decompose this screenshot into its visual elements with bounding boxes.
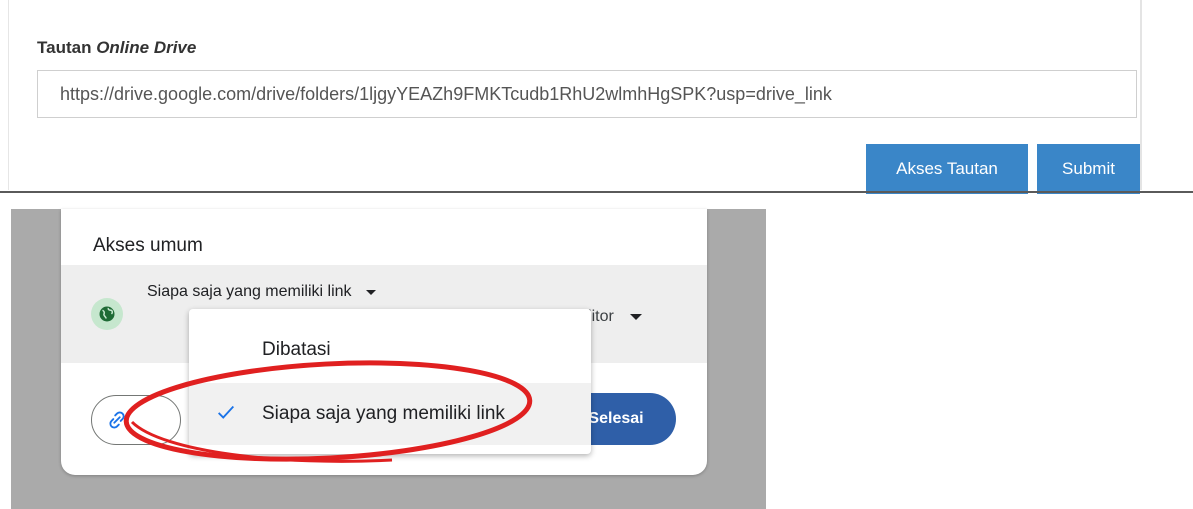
globe-icon: [91, 298, 123, 330]
panel-right-border: [1140, 0, 1142, 190]
drive-link-label-prefix: Tautan: [37, 38, 92, 57]
general-access-value: Siapa saja yang memiliki link: [147, 283, 352, 300]
general-access-title: Akses umum: [93, 235, 203, 256]
drive-link-label-italic: Online Drive: [96, 38, 197, 57]
drive-link-input[interactable]: [37, 70, 1137, 118]
divider-line: [0, 191, 1193, 193]
highlight-ellipse: [123, 360, 533, 463]
chevron-down-icon: [365, 289, 376, 295]
drive-link-form: Tautan Online Drive Akses Tautan Submit: [0, 0, 1193, 194]
panel-left-border: [8, 0, 9, 190]
drive-link-label: Tautan Online Drive: [37, 38, 196, 58]
general-access-select[interactable]: Siapa saja yang memiliki link: [147, 283, 376, 301]
akses-tautan-button[interactable]: Akses Tautan: [866, 144, 1028, 194]
submit-button[interactable]: Submit: [1037, 144, 1140, 194]
chevron-down-icon: [629, 314, 642, 320]
